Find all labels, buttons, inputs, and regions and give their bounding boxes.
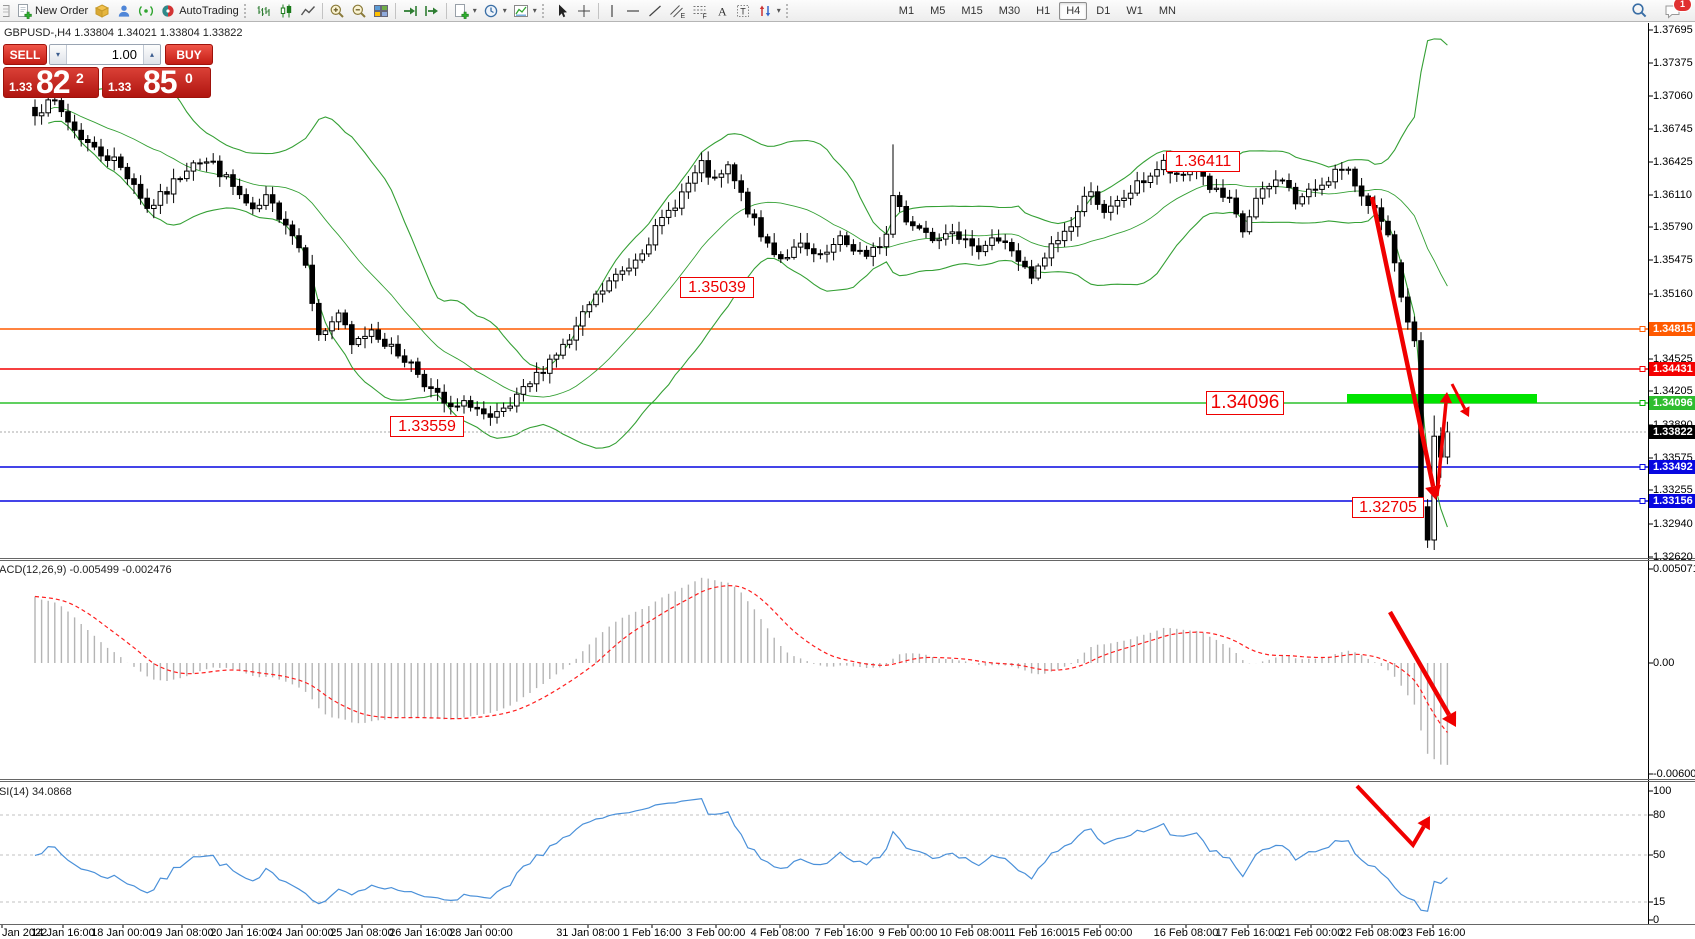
rsi-indicator-label: RSI(14) 34.0868 <box>0 786 72 798</box>
buy-price-pips: 85 <box>143 67 177 98</box>
price-tag: 1.34431 <box>1649 362 1695 376</box>
price-tag: 1.33492 <box>1649 460 1695 474</box>
sell-button[interactable]: SELL <box>3 44 47 65</box>
macd-axis-tick: -0.006003 <box>1653 768 1695 780</box>
price-axis-tick: 1.36425 <box>1653 156 1693 168</box>
sell-price-base: 1.33 <box>9 80 32 94</box>
time-axis-label: 7 Feb 16:00 <box>815 927 874 939</box>
time-axis-label: 26 Jan 16:00 <box>389 927 453 939</box>
price-axis-tick: 1.35475 <box>1653 254 1693 266</box>
time-axis-label: 31 Jan 08:00 <box>556 927 620 939</box>
time-axis-label: 21 Feb 00:00 <box>1279 927 1344 939</box>
time-axis-label: 16 Feb 08:00 <box>1154 927 1219 939</box>
time-axis-label: 3 Feb 00:00 <box>687 927 746 939</box>
chart-ohlc-title: GBPUSD-,H4 1.33804 1.34021 1.33804 1.338… <box>4 27 243 39</box>
rsi-axis-tick: 15 <box>1653 896 1665 908</box>
price-tag: 1.33156 <box>1649 494 1695 508</box>
time-axis-label: 10 Feb 08:00 <box>940 927 1005 939</box>
price-tag: 1.33822 <box>1649 425 1695 439</box>
volume-input[interactable]: 1.00 <box>67 45 143 64</box>
macd-axis-tick: 0.00 <box>1653 657 1674 669</box>
drawn-arrows[interactable] <box>1357 197 1470 845</box>
chart-canvas[interactable] <box>0 0 1695 939</box>
price-tag: 1.34815 <box>1649 322 1695 336</box>
price-axis-tick: 1.35160 <box>1653 288 1693 300</box>
buy-price-button[interactable]: 1.33 85 0 <box>102 67 211 98</box>
time-axis-label: 1 Feb 16:00 <box>623 927 682 939</box>
sell-price-button[interactable]: 1.33 82 2 <box>3 67 99 98</box>
time-axis-label: 19 Jan 08:00 <box>150 927 214 939</box>
price-annotation[interactable]: 1.34096 <box>1206 391 1284 415</box>
time-axis-label: 23 Feb 16:00 <box>1401 927 1466 939</box>
price-annotation[interactable]: 1.36411 <box>1166 151 1240 172</box>
time-axis-label: 28 Jan 00:00 <box>449 927 513 939</box>
rsi-axis-tick: 100 <box>1653 785 1671 797</box>
price-axis-tick: 1.36110 <box>1653 189 1692 201</box>
axis-frame <box>2 23 1653 928</box>
price-annotation[interactable]: 1.33559 <box>390 416 464 437</box>
time-axis-label: 4 Feb 08:00 <box>751 927 810 939</box>
time-axis-label: 9 Feb 00:00 <box>879 927 938 939</box>
horizontal-line-objects[interactable] <box>0 327 1648 504</box>
trade-panel-prices-row: 1.33 82 2 1.33 85 0 <box>3 67 213 98</box>
macd-indicator-label: MACD(12,26,9) -0.005499 -0.002476 <box>0 564 172 576</box>
price-axis-tick: 1.37695 <box>1653 24 1693 36</box>
sell-price-point: 2 <box>76 70 84 86</box>
rsi-axis-tick: 80 <box>1653 809 1665 821</box>
price-annotation[interactable]: 1.35039 <box>680 277 754 298</box>
price-axis-tick: 1.32940 <box>1653 518 1693 530</box>
time-axis-label: 22 Feb 08:00 <box>1340 927 1405 939</box>
rsi-axis-tick: 50 <box>1653 849 1665 861</box>
time-axis-label: 17 Feb 16:00 <box>1216 927 1281 939</box>
price-axis-tick: 1.37375 <box>1653 57 1693 69</box>
buy-button[interactable]: BUY <box>165 44 213 65</box>
time-axis-label: 24 Jan 00:00 <box>270 927 334 939</box>
macd-axis-tick: 0.005071 <box>1653 563 1695 575</box>
time-axis-label: 11 Feb 16:00 <box>1004 927 1068 939</box>
volume-stepper: ▾ 1.00 ▴ <box>49 44 161 65</box>
price-tag: 1.34096 <box>1649 396 1695 410</box>
rsi-levels <box>0 815 1648 902</box>
price-axis-tick: 1.35790 <box>1653 221 1693 233</box>
price-axis-tick: 1.32620 <box>1653 551 1693 563</box>
volume-decrease-button[interactable]: ▾ <box>50 45 67 64</box>
time-axis-label: 14 Jan 16:00 <box>31 927 95 939</box>
macd-histogram <box>35 578 1447 765</box>
price-axis-tick: 1.37060 <box>1653 90 1693 102</box>
mt4-window: New Order AutoTrading ▾ ▾ ▾ E F A <box>0 0 1695 939</box>
buy-price-base: 1.33 <box>108 80 131 94</box>
time-axis-label: 20 Jan 16:00 <box>210 927 274 939</box>
time-axis-label: 25 Jan 08:00 <box>330 927 394 939</box>
trade-panel-buttons-row: SELL ▾ 1.00 ▴ BUY <box>3 44 213 65</box>
time-axis-label: 18 Jan 00:00 <box>91 927 155 939</box>
time-axis-label: 15 Feb 00:00 <box>1068 927 1133 939</box>
price-axis-tick: 1.36745 <box>1653 123 1693 135</box>
buy-price-point: 0 <box>185 70 193 86</box>
one-click-trading-panel: SELL ▾ 1.00 ▴ BUY 1.33 82 2 1.33 85 0 <box>3 44 213 98</box>
sell-price-pips: 82 <box>36 67 70 98</box>
rsi-axis-tick: 0 <box>1653 914 1659 926</box>
volume-increase-button[interactable]: ▴ <box>143 45 160 64</box>
price-annotation[interactable]: 1.32705 <box>1352 497 1424 518</box>
